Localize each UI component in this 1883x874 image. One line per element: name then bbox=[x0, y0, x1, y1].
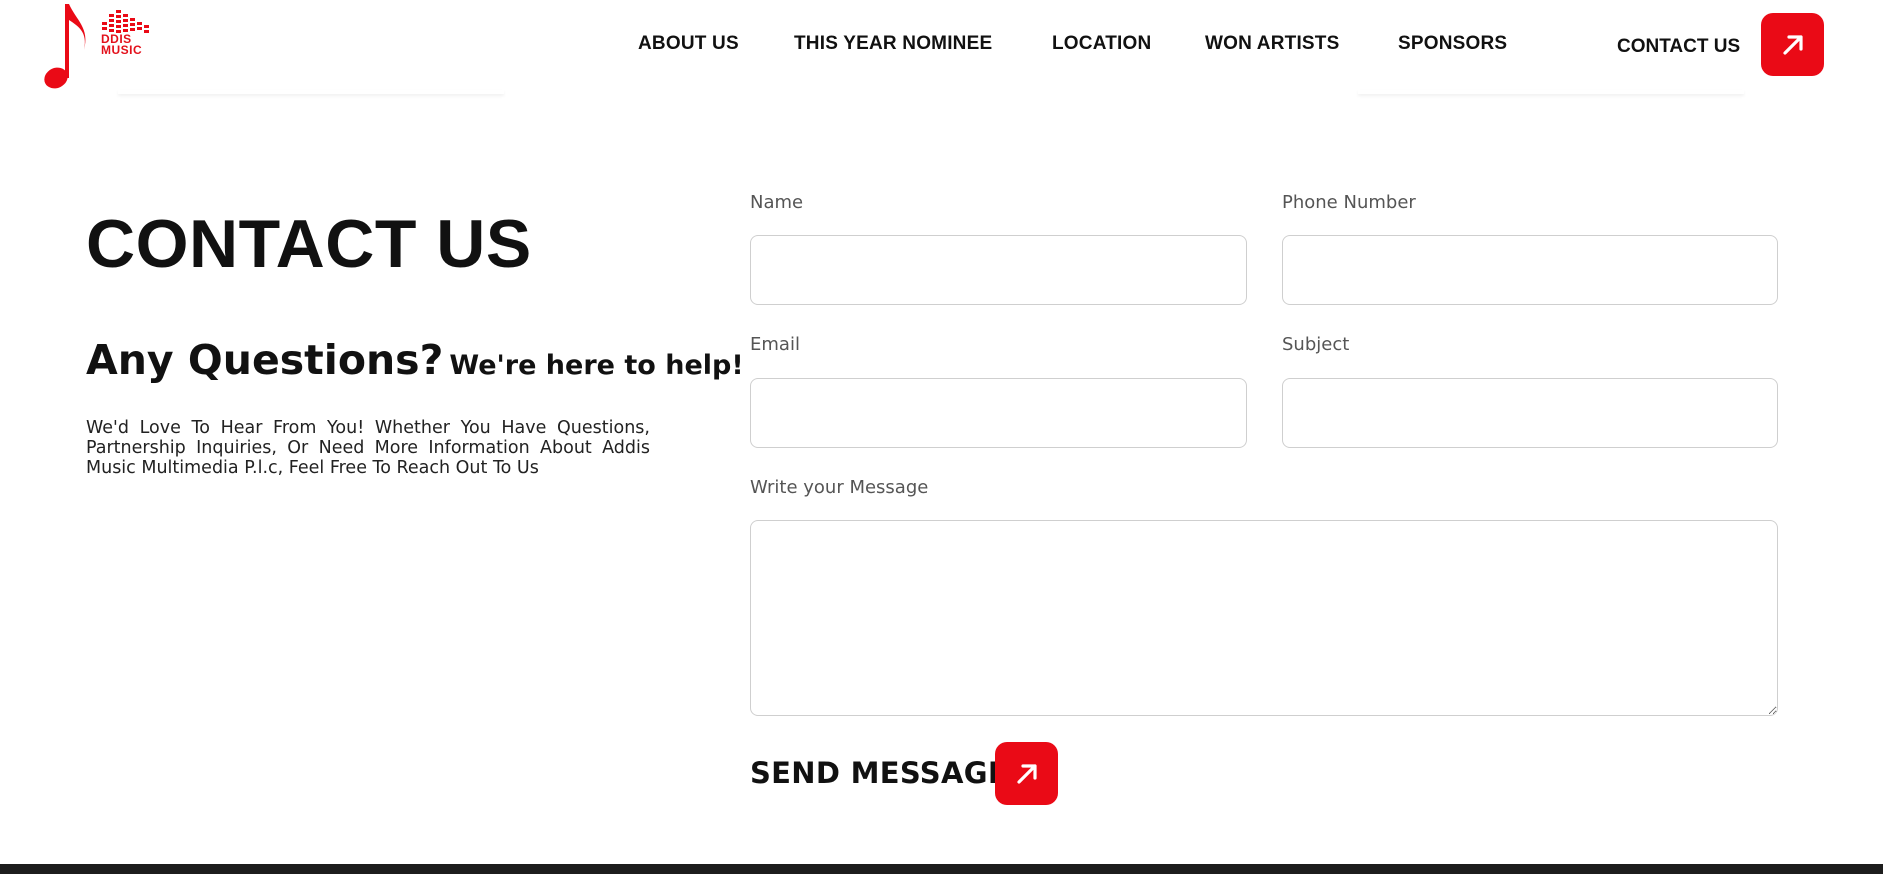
arrow-up-right-icon bbox=[1782, 34, 1803, 55]
nav-this-year-nominee[interactable]: THIS YEAR NOMINEE bbox=[794, 33, 992, 55]
email-label: Email bbox=[750, 334, 800, 355]
subject-label: Subject bbox=[1282, 334, 1350, 355]
page-title: CONTACT US bbox=[86, 206, 532, 282]
main-nav: ABOUT US THIS YEAR NOMINEE LOCATION WON … bbox=[0, 33, 1883, 55]
nav-location[interactable]: LOCATION bbox=[1052, 33, 1151, 55]
nav-contact-us[interactable]: CONTACT US bbox=[1617, 36, 1740, 58]
subject-input[interactable] bbox=[1282, 378, 1778, 448]
header-divider-left bbox=[118, 90, 504, 94]
questions-subtitle: We're here to help! bbox=[449, 350, 744, 381]
nav-won-artists[interactable]: WON ARTISTS bbox=[1205, 33, 1340, 55]
arrow-up-right-icon bbox=[1016, 763, 1037, 784]
questions-title: Any Questions? bbox=[86, 336, 444, 384]
send-message-label[interactable]: SEND MESSAGE bbox=[750, 756, 1008, 790]
phone-input[interactable] bbox=[1282, 235, 1778, 305]
name-label: Name bbox=[750, 192, 804, 213]
message-label: Write your Message bbox=[750, 477, 929, 498]
site-header: DDIS MUSIC ABOUT US THIS YEAR NOMINEE LO… bbox=[0, 0, 1883, 96]
questions-heading: Any Questions? We're here to help! bbox=[86, 336, 744, 384]
message-textarea[interactable] bbox=[750, 520, 1778, 716]
phone-label: Phone Number bbox=[1282, 192, 1416, 213]
intro-paragraph: We'd Love To Hear From You! Whether You … bbox=[86, 418, 650, 478]
send-message-button[interactable] bbox=[995, 742, 1058, 805]
name-input[interactable] bbox=[750, 235, 1247, 305]
footer-top-edge bbox=[0, 864, 1883, 874]
nav-about-us[interactable]: ABOUT US bbox=[638, 33, 739, 55]
email-input[interactable] bbox=[750, 378, 1247, 448]
nav-sponsors[interactable]: SPONSORS bbox=[1398, 33, 1507, 55]
header-divider-right bbox=[1358, 90, 1744, 94]
contact-us-arrow-button[interactable] bbox=[1761, 13, 1824, 76]
